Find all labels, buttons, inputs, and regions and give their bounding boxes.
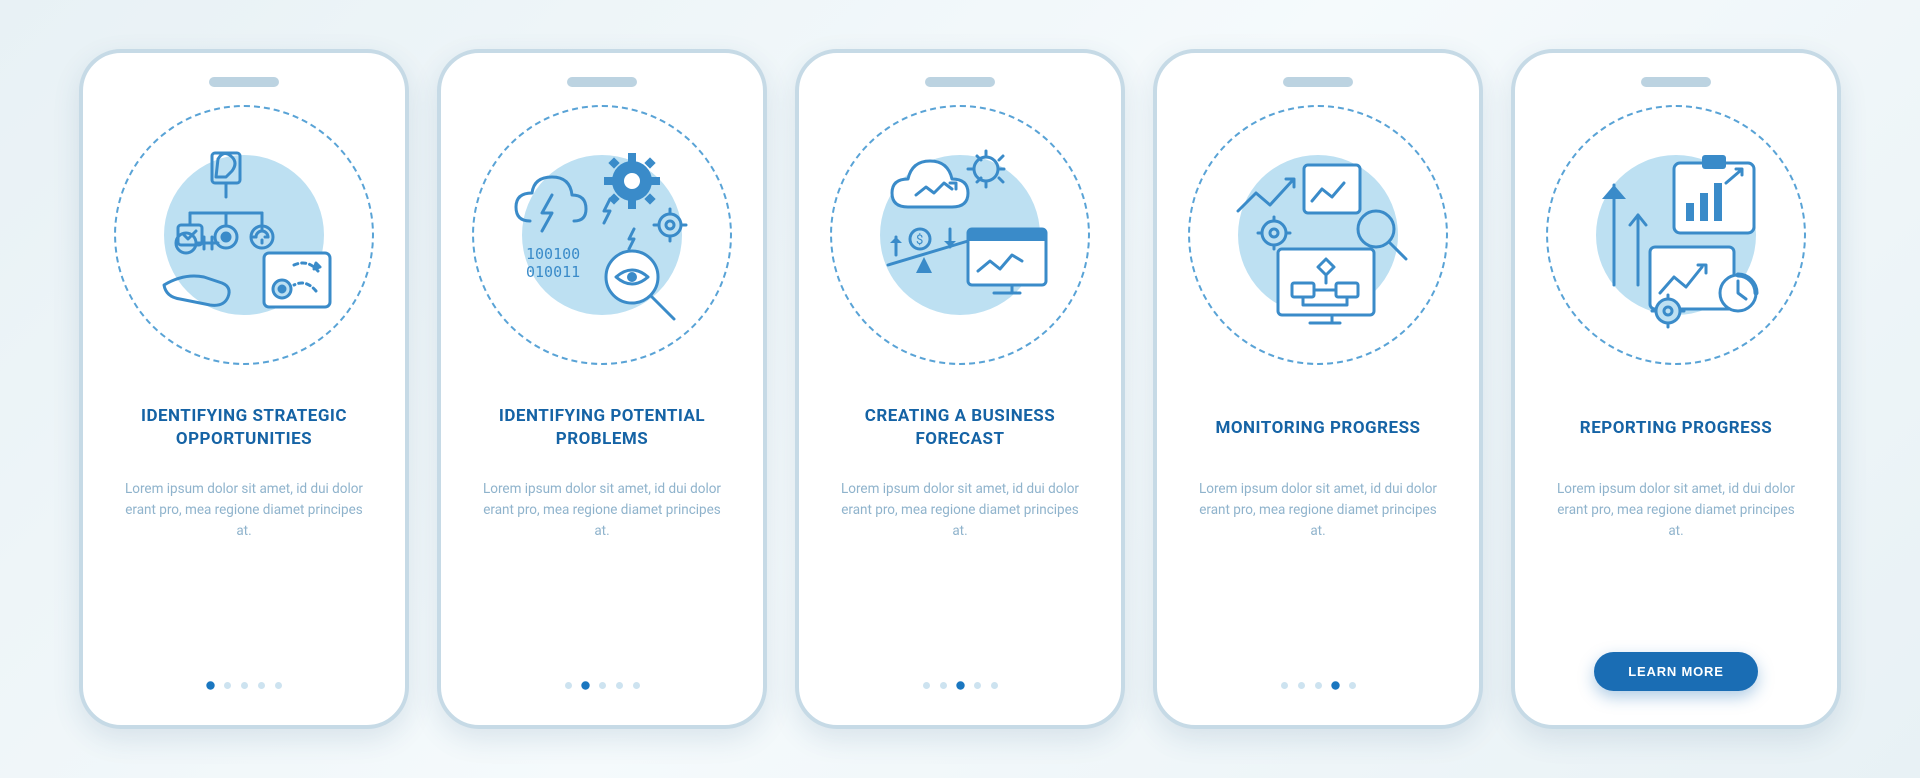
screen-title: IDENTIFYING POTENTIAL PROBLEMS [463,393,741,463]
screen-body: Lorem ipsum dolor sit amet, id dui dolor… [105,479,383,682]
page-dot[interactable] [581,681,589,689]
page-dot[interactable] [206,681,214,689]
page-dot[interactable] [940,682,947,689]
screen-title: REPORTING PROGRESS [1570,393,1782,463]
screen-body: Lorem ipsum dolor sit amet, id dui dolor… [1537,479,1815,654]
strategic-opportunities-icon [114,105,374,365]
page-dot[interactable] [991,682,998,689]
phone-frame-3: $ CREATING A BUSINESS FORECAST Lorem ips… [795,49,1125,729]
screen-title: IDENTIFYING STRATEGIC OPPORTUNITIES [105,393,383,463]
onboarding-phone-row: IDENTIFYING STRATEGIC OPPORTUNITIES Lore… [79,49,1841,729]
screen-title: MONITORING PROGRESS [1205,393,1430,463]
page-dot[interactable] [1298,682,1305,689]
page-dot[interactable] [1349,682,1356,689]
page-indicator [923,682,998,689]
page-dot[interactable] [923,682,930,689]
phone-frame-1: IDENTIFYING STRATEGIC OPPORTUNITIES Lore… [79,49,409,729]
page-dot[interactable] [1281,682,1288,689]
svg-text:100100: 100100 [526,245,580,263]
phone-notch [567,77,637,87]
page-dot[interactable] [565,682,572,689]
page-dot[interactable] [258,682,265,689]
screen-title: CREATING A BUSINESS FORECAST [821,393,1099,463]
phone-frame-4: MONITORING PROGRESS Lorem ipsum dolor si… [1153,49,1483,729]
phone-notch [925,77,995,87]
page-dot[interactable] [241,682,248,689]
page-dot[interactable] [224,682,231,689]
page-indicator [565,682,640,689]
screen-body: Lorem ipsum dolor sit amet, id dui dolor… [463,479,741,682]
phone-notch [1641,77,1711,87]
page-dot[interactable] [633,682,640,689]
page-dot[interactable] [1315,682,1322,689]
svg-text:010011: 010011 [526,263,580,281]
page-dot[interactable] [275,682,282,689]
learn-more-button[interactable]: LEARN MORE [1594,652,1757,691]
page-dot[interactable] [599,682,606,689]
page-dot[interactable] [616,682,623,689]
screen-body: Lorem ipsum dolor sit amet, id dui dolor… [1179,479,1457,682]
monitoring-progress-icon [1188,105,1448,365]
reporting-progress-icon [1546,105,1806,365]
page-dot[interactable] [956,681,964,689]
potential-problems-icon: 100100 010011 [472,105,732,365]
phone-notch [1283,77,1353,87]
page-indicator [207,682,282,689]
phone-notch [209,77,279,87]
page-dot[interactable] [974,682,981,689]
page-dot[interactable] [1331,681,1339,689]
screen-body: Lorem ipsum dolor sit amet, id dui dolor… [821,479,1099,682]
phone-frame-2: 100100 010011 IDENTIFYING POTENTIAL PROB… [437,49,767,729]
business-forecast-icon: $ [830,105,1090,365]
phone-frame-5: REPORTING PROGRESS Lorem ipsum dolor sit… [1511,49,1841,729]
page-indicator [1281,682,1356,689]
svg-text:$: $ [916,233,923,248]
